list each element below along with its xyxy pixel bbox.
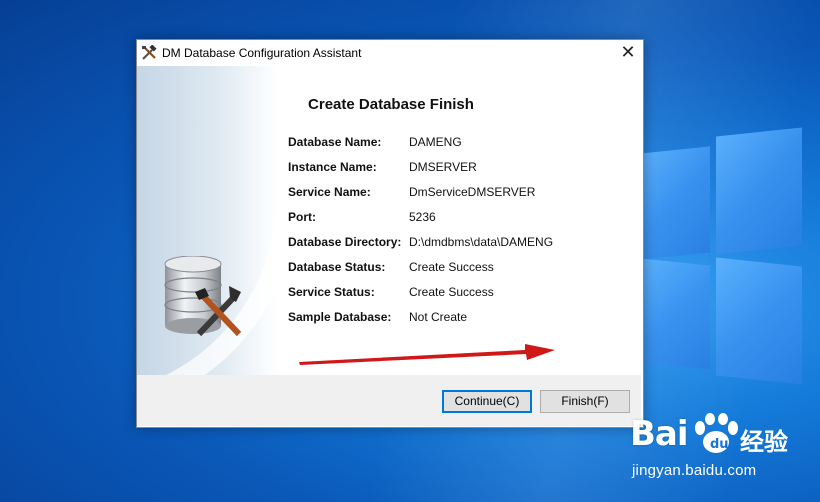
red-arrow-icon: [299, 344, 555, 365]
info-value: DAMENG: [409, 135, 462, 149]
windows-logo-pane: [640, 258, 710, 370]
info-label: Database Name:: [288, 135, 382, 149]
tools-icon: [142, 45, 157, 60]
windows-logo-pane: [640, 146, 710, 260]
info-value: 5236: [409, 210, 436, 224]
finish-button[interactable]: Finish(F): [540, 390, 630, 413]
watermark-logo: Bai: [630, 414, 689, 454]
watermark-cn: 经验: [740, 428, 788, 456]
title-bar[interactable]: DM Database Configuration Assistant ✕: [137, 40, 643, 66]
svg-text:du: du: [710, 437, 729, 452]
info-value: D:\dmdbms\data\DAMENG: [409, 235, 554, 249]
info-value: Create Success: [409, 285, 494, 299]
info-label: Database Status:: [288, 260, 386, 274]
page-heading: Create Database Finish: [308, 96, 474, 113]
config-assistant-dialog: DM Database Configuration Assistant ✕ Cr…: [136, 39, 644, 428]
info-label: Port:: [288, 210, 316, 224]
info-value: DmServiceDMSERVER: [409, 185, 536, 199]
info-label: Service Status:: [288, 285, 375, 299]
close-button[interactable]: ✕: [613, 40, 643, 66]
windows-logo-pane: [716, 127, 802, 255]
baidu-watermark: du Bai 经验 jingyan.baidu.com: [630, 413, 810, 490]
info-label: Sample Database:: [288, 310, 392, 324]
info-value: Create Success: [409, 260, 494, 274]
button-bar: Continue(C) Finish(F): [137, 375, 641, 426]
watermark-url: jingyan.baidu.com: [632, 462, 757, 479]
close-icon: ✕: [620, 42, 636, 62]
database-tools-icon: [164, 256, 242, 337]
info-label: Instance Name:: [288, 160, 377, 174]
paw-icon: du: [695, 413, 738, 453]
info-label: Database Directory:: [288, 235, 402, 249]
continue-button[interactable]: Continue(C): [442, 390, 532, 413]
info-label: Service Name:: [288, 185, 371, 199]
windows-logo-pane: [716, 257, 802, 385]
info-value: DMSERVER: [409, 160, 477, 174]
info-value: Not Create: [409, 310, 468, 324]
window-title: DM Database Configuration Assistant: [162, 46, 362, 60]
dialog-content: Create Database Finish Database Name: DA…: [137, 66, 641, 375]
